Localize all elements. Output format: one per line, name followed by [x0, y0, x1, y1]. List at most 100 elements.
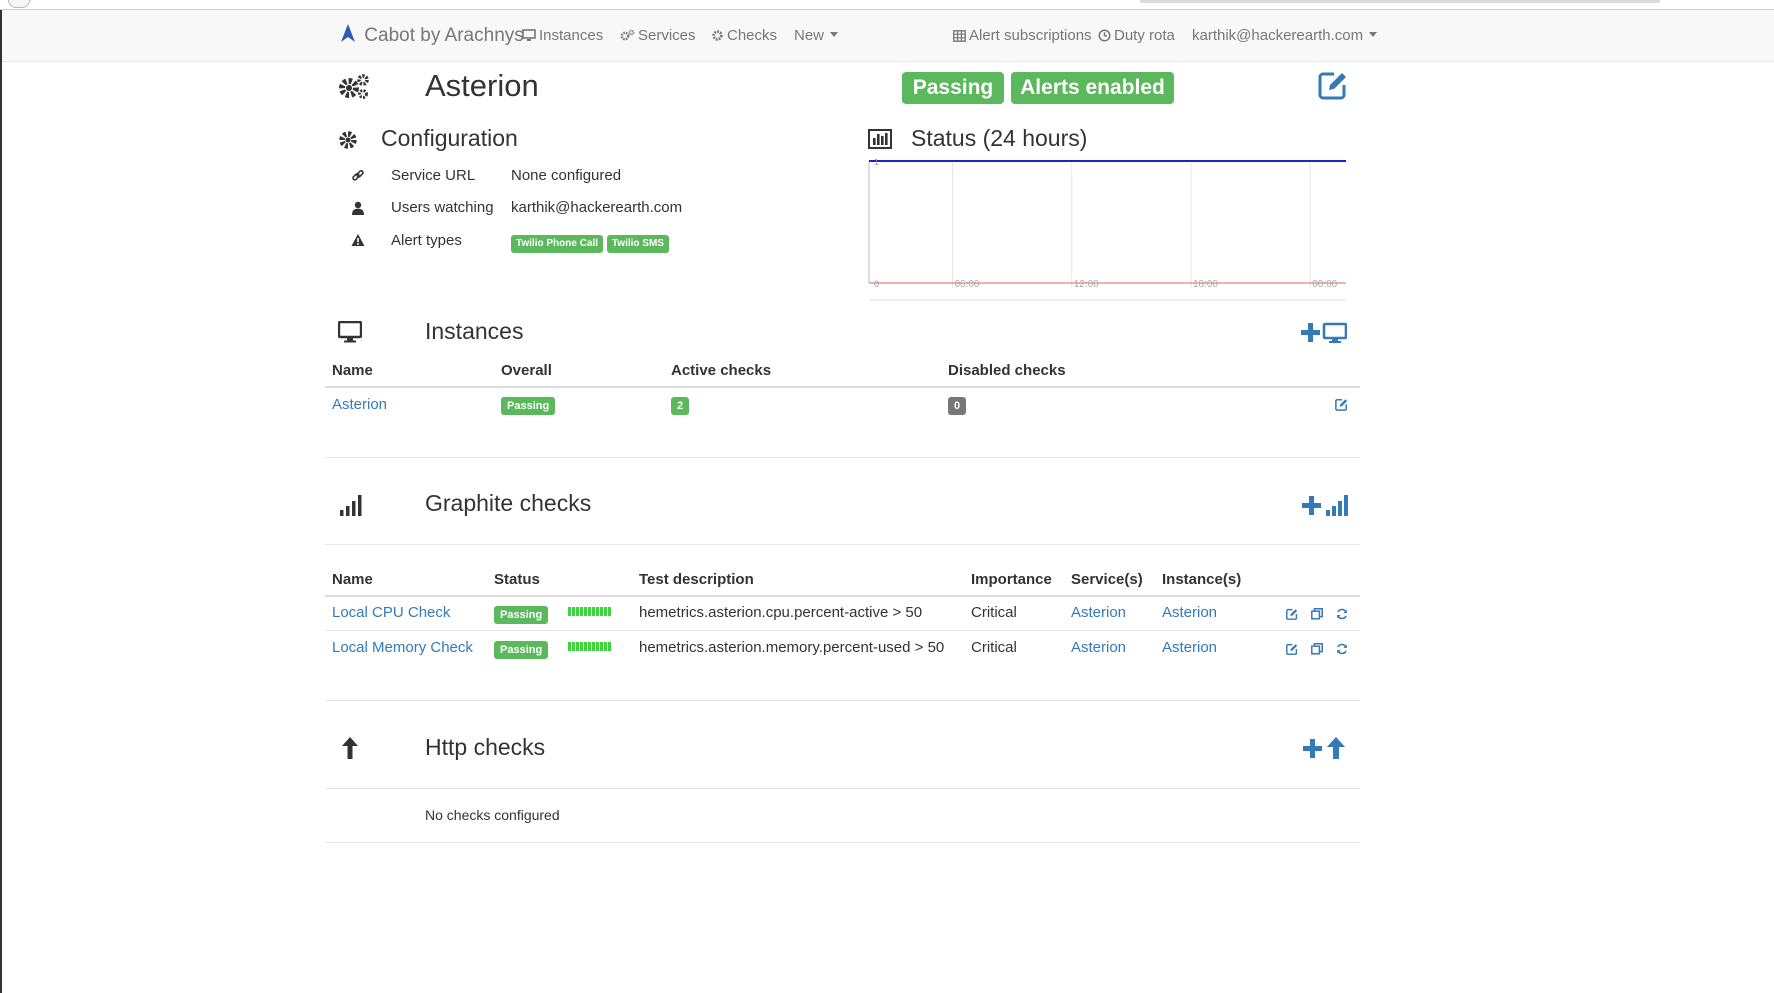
alert-type-tag: Twilio SMS: [606, 235, 669, 253]
check-service-link[interactable]: Asterion: [1071, 604, 1126, 621]
alerts-enabled-badge: Alerts enabled: [1011, 72, 1174, 104]
gear-icon: [339, 131, 357, 149]
check-instance-link[interactable]: Asterion: [1162, 639, 1217, 656]
chevron-down-icon: [830, 32, 839, 37]
table-header-divider: [325, 386, 1360, 388]
section-divider: [325, 788, 1360, 789]
check-link[interactable]: Local CPU Check: [332, 604, 450, 621]
chart-x-tick-label: 06:00: [954, 279, 979, 290]
run-check-button[interactable]: [1336, 607, 1348, 623]
nav-checks[interactable]: Checks: [711, 10, 777, 62]
check-link[interactable]: Local Memory Check: [332, 639, 473, 656]
http-empty-text: No checks configured: [425, 807, 560, 823]
window-edge: [0, 10, 2, 993]
clock-icon: [1098, 29, 1111, 42]
arachnys-logo-icon: [341, 24, 355, 42]
add-instance-button[interactable]: [1301, 321, 1348, 348]
section-divider: [325, 842, 1360, 843]
add-arrow-up-icon: [1303, 737, 1345, 759]
configuration-title: Configuration: [381, 125, 518, 151]
check-status-badge: Passing: [494, 606, 549, 624]
instance-overall-badge: Passing: [501, 397, 556, 415]
instance-link[interactable]: Asterion: [332, 396, 387, 413]
table-icon: [953, 30, 966, 42]
config-label-users-watching: Users watching: [391, 199, 494, 216]
edit-icon: [1286, 643, 1298, 655]
status-chart-title: Status (24 hours): [911, 125, 1088, 151]
disabled-checks-count: 0: [948, 397, 967, 415]
check-description: hemetrics.asterion.cpu.percent-active > …: [639, 604, 923, 621]
check-description: hemetrics.asterion.memory.percent-used >…: [639, 639, 945, 656]
add-monitor-icon: [1301, 322, 1348, 343]
top-navbar: Cabot by Arachnys Instances Services Che…: [2, 10, 1774, 62]
alert-type-tags: Twilio Phone Call Twilio SMS: [511, 233, 669, 253]
config-value-service-url: None configured: [511, 167, 622, 184]
brand-text: Cabot by Arachnys: [364, 25, 524, 46]
add-graphite-check-button[interactable]: [1302, 493, 1348, 520]
nav-duty-rota[interactable]: Duty rota: [1098, 10, 1175, 62]
section-divider: [325, 544, 1360, 545]
browser-bar-segment: [1140, 0, 1660, 3]
duplicate-check-button[interactable]: [1311, 642, 1323, 658]
graphite-header-description: Test description: [639, 571, 754, 588]
chart-x-tick-label: 12:00: [1074, 279, 1099, 290]
edit-check-button[interactable]: [1286, 607, 1298, 623]
chart-y-tick-label: 0: [874, 279, 879, 289]
check-importance: Critical: [971, 639, 1017, 656]
nav-new-dropdown[interactable]: New: [794, 10, 839, 62]
http-checks-title: Http checks: [425, 734, 546, 760]
duplicate-check-button[interactable]: [1311, 607, 1323, 623]
status-badge: Passing: [902, 72, 1004, 104]
config-label-service-url: Service URL: [391, 167, 476, 184]
edit-icon: [1286, 608, 1298, 620]
config-label-alert-types: Alert types: [391, 232, 462, 249]
browser-tab-stub: [8, 0, 30, 8]
nav-alert-subscriptions[interactable]: Alert subscriptions: [953, 10, 1092, 62]
instances-header-overall: Overall: [501, 362, 552, 379]
bar-chart-icon: [868, 129, 892, 149]
table-header-divider: [325, 595, 1360, 597]
check-status-badge: Passing: [494, 641, 549, 659]
edit-instance-button[interactable]: [1335, 398, 1348, 414]
nav-instances[interactable]: Instances: [522, 10, 603, 62]
brand-link[interactable]: Cabot by Arachnys: [340, 10, 524, 62]
check-importance: Critical: [971, 604, 1017, 621]
edit-icon: [1318, 72, 1346, 100]
check-history-bars: [568, 638, 612, 654]
check-instance-link[interactable]: Asterion: [1162, 604, 1217, 621]
duplicate-icon: [1311, 643, 1323, 655]
check-service-link[interactable]: Asterion: [1071, 639, 1126, 656]
graphite-header-instances: Instance(s): [1162, 571, 1242, 588]
chart-x-tick-label: 18:00: [1193, 279, 1218, 290]
edit-check-button[interactable]: [1286, 642, 1298, 658]
link-icon: [352, 169, 364, 181]
refresh-icon: [1337, 643, 1347, 655]
config-value-users-watching: karthik@hackerearth.com: [511, 199, 683, 216]
chart-x-tick-label: 00:00: [1312, 279, 1337, 290]
edit-icon: [1335, 398, 1348, 411]
gear-icon: [712, 30, 723, 41]
status-chart: 06:00 12:00 18:00 00:00 0 1: [868, 157, 1346, 301]
warning-icon: [351, 234, 365, 246]
nav-services[interactable]: Services: [620, 10, 696, 62]
monitor-icon: [522, 29, 536, 41]
service-title: Asterion: [425, 68, 539, 103]
instances-header-name: Name: [332, 362, 373, 379]
nav-user-dropdown[interactable]: karthik@hackerearth.com: [1192, 10, 1378, 62]
graphite-checks-title: Graphite checks: [425, 490, 592, 516]
graphite-header-services: Service(s): [1071, 571, 1143, 588]
instances-header-disabled: Disabled checks: [948, 362, 1066, 379]
chevron-down-icon: [1369, 32, 1378, 37]
edit-service-button[interactable]: [1318, 70, 1348, 103]
graphite-header-status: Status: [494, 571, 540, 588]
run-check-button[interactable]: [1336, 642, 1348, 658]
monitor-icon: [338, 321, 362, 343]
duplicate-icon: [1311, 608, 1323, 620]
add-http-check-button[interactable]: [1303, 736, 1347, 763]
arrow-up-icon: [342, 737, 358, 759]
add-signal-bars-icon: [1302, 495, 1348, 516]
graphite-header-importance: Importance: [971, 571, 1052, 588]
gears-icon: [339, 74, 369, 99]
gears-icon: [620, 29, 635, 41]
active-checks-count: 2: [671, 397, 690, 415]
